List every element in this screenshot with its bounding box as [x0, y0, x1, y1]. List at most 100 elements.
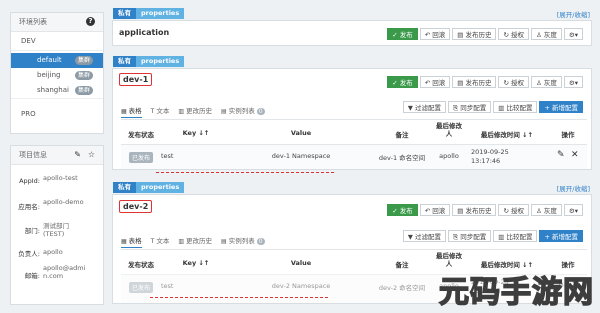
help-icon[interactable]: ?: [86, 17, 95, 26]
grant-label: 授权: [511, 207, 524, 215]
table-icon: ▦: [121, 238, 127, 245]
more-settings-button[interactable]: ⚙▾: [563, 28, 583, 40]
expand-toggle[interactable]: [展开/收缩]: [557, 9, 590, 19]
publish-button[interactable]: ✓ 发布: [387, 76, 418, 88]
private-tag: 私有: [113, 56, 136, 67]
sync-label: 同步配置: [460, 104, 487, 112]
grant-button[interactable]: ↻ 授权: [498, 28, 529, 40]
project-info-panel: 项目信息 ✎ ☆ AppId: apollo-test 应用名: apollo-…: [10, 145, 104, 305]
cluster-badge: 集群: [74, 86, 93, 95]
namespace-title: application: [119, 28, 170, 37]
add-config-button[interactable]: + 新增配置: [539, 230, 583, 242]
tab-text[interactable]: T 文本: [151, 235, 170, 247]
info-row-appid: AppId: apollo-test: [13, 174, 101, 192]
expand-toggle[interactable]: [展开/收缩]: [557, 183, 590, 193]
publish-button[interactable]: ✓ 发布: [387, 28, 418, 40]
info-row-owner: 负责人: apollo: [13, 248, 101, 260]
sync-config-button[interactable]: ⎘ 同步配置: [447, 230, 492, 242]
watermark-logo: 元码手游网: [438, 274, 594, 311]
release-history-button[interactable]: ▤ 发布历史: [452, 76, 497, 88]
delete-icon[interactable]: ✕: [571, 150, 579, 160]
tab-label: 文本: [156, 237, 170, 245]
col-status: 发布状态: [128, 131, 154, 139]
col-comment: 备注: [395, 131, 409, 139]
config-toolbar: ▼ 过滤配置 ⎘ 同步配置 ▥ 比较配置 + 新增配置: [401, 230, 583, 242]
info-label: 负责人:: [18, 250, 40, 258]
project-info-header: 项目信息 ✎ ☆: [11, 146, 103, 165]
value-cell: dev-1 Namespace: [271, 152, 331, 160]
project-info-title: 项目信息: [19, 151, 47, 159]
more-label: ▾: [574, 207, 578, 215]
status-cell: 已发布: [121, 282, 161, 293]
edit-icon[interactable]: ✎: [557, 150, 565, 160]
col-modified-time[interactable]: 最后修改时间 ↓↑: [465, 129, 549, 139]
format-tag: properties: [136, 56, 185, 67]
col-value: Value: [290, 259, 312, 267]
more-settings-button[interactable]: ⚙▾: [563, 204, 583, 216]
info-value: apollo-test: [43, 174, 78, 182]
more-settings-button[interactable]: ⚙▾: [563, 76, 583, 88]
gray-label: 灰度: [543, 79, 557, 87]
status-cell: 已发布: [121, 152, 161, 163]
release-history-button[interactable]: ▤ 发布历史: [452, 28, 497, 40]
env-panel: 环境列表 ? DEV default 集群 beijing 集群 shangha…: [10, 12, 104, 134]
namespace-actions: ✓ 发布 ↶ 回滚 ▤ 发布历史 ↻ 授权 ♙ 灰度 ⚙▾: [385, 76, 583, 88]
star-icon[interactable]: ☆: [88, 146, 95, 164]
grant-button[interactable]: ↻ 授权: [498, 204, 529, 216]
col-key[interactable]: Key ↓↑: [161, 259, 231, 267]
tab-text[interactable]: T 文本: [151, 105, 170, 117]
namespace-title: dev-1: [119, 73, 153, 86]
rollback-button[interactable]: ↶ 回滚: [419, 28, 451, 40]
tab-change-history[interactable]: ▥ 更改历史: [178, 105, 212, 117]
tab-label: 更改历史: [186, 107, 213, 115]
filter-config-button[interactable]: ▼ 过滤配置: [402, 101, 446, 113]
rollback-button[interactable]: ↶ 回滚: [419, 76, 451, 88]
info-value: apollo-demo: [43, 198, 84, 206]
filter-label: 过滤配置: [414, 233, 441, 241]
sync-config-button[interactable]: ⎘ 同步配置: [447, 101, 492, 113]
key-cell: test: [161, 152, 174, 160]
publish-button[interactable]: ✓ 发布: [387, 204, 418, 216]
private-tag: 私有: [113, 8, 136, 19]
info-label: AppId:: [19, 177, 40, 185]
cluster-item-beijing[interactable]: beijing 集群: [11, 68, 103, 83]
gray-release-button[interactable]: ♙ 灰度: [531, 204, 562, 216]
rollback-button[interactable]: ↶ 回滚: [419, 204, 451, 216]
env-item-pro[interactable]: PRO: [11, 105, 103, 123]
col-value: Value: [290, 129, 312, 137]
add-config-button[interactable]: + 新增配置: [539, 101, 583, 113]
instances-icon: ▤: [221, 238, 227, 245]
tab-change-history[interactable]: ▥ 更改历史: [178, 235, 212, 247]
compare-config-button[interactable]: ▥ 比较配置: [493, 230, 538, 242]
edit-icon[interactable]: ✎: [74, 146, 81, 164]
col-comment: 备注: [395, 261, 409, 269]
release-history-button[interactable]: ▤ 发布历史: [452, 204, 497, 216]
namespace-actions: ✓ 发布 ↶ 回滚 ▤ 发布历史 ↻ 授权 ♙ 灰度 ⚙▾: [385, 204, 583, 216]
tab-instances[interactable]: ▤ 实例列表 0: [221, 235, 265, 247]
info-row-appname: 应用名: apollo-demo: [13, 198, 101, 216]
text-icon: T: [150, 108, 155, 115]
history-icon: ▥: [178, 108, 185, 115]
info-row-email: 邮箱: apollo@admin.com: [13, 264, 101, 292]
gray-release-button[interactable]: ♙ 灰度: [531, 28, 562, 40]
gray-release-button[interactable]: ♙ 灰度: [531, 76, 562, 88]
cluster-badge: 集群: [74, 71, 93, 80]
tab-instances[interactable]: ▤ 实例列表 0: [221, 105, 265, 117]
col-time-label: 最后修改时间: [480, 131, 520, 139]
sort-icon: ↓↑: [522, 131, 534, 139]
table-row: 已发布 test dev-1 Namespace dev-1 命名空间 apol…: [121, 144, 587, 169]
more-label: ▾: [574, 79, 578, 87]
compare-config-button[interactable]: ▥ 比较配置: [493, 101, 538, 113]
cluster-item-default[interactable]: default 集群: [11, 53, 103, 68]
grant-button[interactable]: ↻ 授权: [498, 76, 529, 88]
cluster-label: beijing: [37, 71, 61, 79]
tab-table[interactable]: ▦ 表格: [121, 105, 142, 118]
rollback-label: 回滚: [432, 207, 446, 215]
time-cell: 2019-09-25 13:17:46: [471, 148, 509, 165]
filter-config-button[interactable]: ▼ 过滤配置: [402, 230, 446, 242]
tab-table[interactable]: ▦ 表格: [121, 235, 142, 248]
col-key[interactable]: Key ↓↑: [161, 129, 231, 137]
instances-count-badge: 0: [256, 238, 265, 245]
cluster-item-shanghai[interactable]: shanghai 集群: [11, 83, 103, 99]
env-item-dev[interactable]: DEV: [11, 32, 103, 51]
